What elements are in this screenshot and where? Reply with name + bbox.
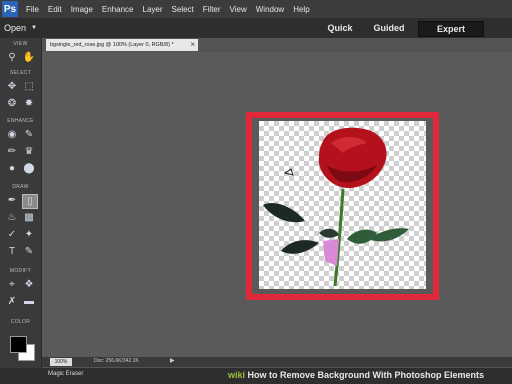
section-enhance-label: ENHANCE bbox=[7, 118, 34, 124]
menu-enhance[interactable]: Enhance bbox=[102, 5, 134, 14]
content-aware-move-tool-icon[interactable]: ✗ bbox=[5, 295, 19, 308]
open-label: Open bbox=[4, 23, 27, 33]
toolbox: VIEW ⚲ ✋ SELECT ✥ ⬚ ❂ ✸ ENHANCE ◉ ✎ ✏ ♛ … bbox=[0, 38, 42, 368]
lasso-tool-icon[interactable]: ❂ bbox=[5, 97, 19, 110]
section-select-label: SELECT bbox=[9, 70, 32, 76]
move-tool-icon[interactable]: ✥ bbox=[5, 80, 19, 93]
cursor-icon bbox=[283, 168, 294, 176]
mode-quick-button[interactable]: Quick bbox=[318, 21, 362, 35]
gradient-tool-icon[interactable]: ▩ bbox=[22, 211, 36, 224]
shape-tool-icon[interactable]: ✦ bbox=[22, 228, 36, 241]
section-view-label: VIEW bbox=[13, 41, 28, 47]
status-menu-arrow-icon[interactable]: ▶ bbox=[170, 357, 175, 364]
red-eye-tool-icon[interactable]: ◉ bbox=[5, 128, 19, 141]
leaf-middle bbox=[319, 228, 339, 238]
tool-options-bar: Magic Eraser wiki How to Remove Backgrou… bbox=[0, 368, 512, 384]
rose-stem bbox=[333, 188, 345, 287]
zoom-level-field[interactable]: 100% bbox=[50, 358, 72, 366]
spot-healing-tool-icon[interactable]: ✎ bbox=[22, 128, 36, 141]
zoom-tool-icon[interactable]: ⚲ bbox=[5, 51, 19, 64]
chevron-down-icon: ▼ bbox=[31, 25, 37, 31]
smart-brush-tool-icon[interactable]: ✏ bbox=[5, 145, 19, 158]
menu-filter[interactable]: Filter bbox=[203, 5, 221, 14]
paint-bucket-tool-icon[interactable]: ♨ bbox=[5, 211, 19, 224]
menu-bar: Ps File Edit Image Enhance Layer Select … bbox=[0, 0, 512, 18]
document-tab[interactable]: bgsingle_red_rose.jpg @ 100% (Layer 0, R… bbox=[46, 39, 198, 51]
hand-tool-icon[interactable]: ✋ bbox=[22, 51, 36, 64]
menu-file[interactable]: File bbox=[26, 5, 39, 14]
blur-tool-icon[interactable]: ● bbox=[5, 162, 19, 175]
close-icon[interactable]: × bbox=[190, 40, 195, 49]
leaf-lower-left bbox=[281, 240, 319, 254]
open-button[interactable]: Open ▼ bbox=[4, 21, 37, 35]
clone-stamp-tool-icon[interactable]: ♛ bbox=[22, 145, 36, 158]
section-modify-label: MODIFY bbox=[9, 268, 32, 274]
menu-help[interactable]: Help bbox=[293, 5, 309, 14]
section-draw-label: DRAW bbox=[12, 184, 29, 190]
foreground-color-swatch[interactable] bbox=[10, 336, 27, 353]
marquee-tool-icon[interactable]: ⬚ bbox=[22, 80, 36, 93]
sponge-tool-icon[interactable]: ⬤ bbox=[22, 162, 36, 175]
watermark: wiki How to Remove Background With Photo… bbox=[228, 370, 484, 380]
brush-tool-icon[interactable]: ✒ bbox=[5, 194, 19, 207]
app-logo: Ps bbox=[2, 1, 18, 17]
status-bar: 100% Doc: 256.6K/342.1K ▶ bbox=[42, 357, 512, 367]
rose-image bbox=[263, 127, 409, 287]
active-tool-name: Magic Eraser bbox=[48, 371, 84, 377]
watermark-text: How to Remove Background With Photoshop … bbox=[247, 370, 484, 380]
watermark-wiki: wiki bbox=[228, 370, 246, 380]
document-tab-title: bgsingle_red_rose.jpg @ 100% (Layer 0, R… bbox=[50, 42, 174, 48]
crop-tool-icon[interactable]: ⌖ bbox=[5, 278, 19, 291]
menu-view[interactable]: View bbox=[230, 5, 247, 14]
menu-select[interactable]: Select bbox=[172, 5, 194, 14]
menu-edit[interactable]: Edit bbox=[48, 5, 62, 14]
mode-guided-button[interactable]: Guided bbox=[364, 21, 414, 35]
mode-expert-button[interactable]: Expert bbox=[418, 21, 484, 37]
menu-window[interactable]: Window bbox=[256, 5, 284, 14]
straighten-tool-icon[interactable]: ▬ bbox=[22, 295, 36, 308]
section-color-label: COLOR bbox=[10, 319, 31, 325]
eyedropper-tool-icon[interactable]: ✓ bbox=[5, 228, 19, 241]
document-canvas[interactable] bbox=[259, 121, 426, 289]
menu-image[interactable]: Image bbox=[71, 5, 93, 14]
pencil-tool-icon[interactable]: ✎ bbox=[22, 245, 36, 258]
recompose-tool-icon[interactable]: ❖ bbox=[22, 278, 36, 291]
menu-layer[interactable]: Layer bbox=[143, 5, 163, 14]
eraser-tool-icon[interactable]: ▯ bbox=[22, 194, 38, 209]
rose-pink-area bbox=[323, 239, 339, 266]
quick-selection-tool-icon[interactable]: ✸ bbox=[22, 97, 36, 110]
mode-bar: Open ▼ Quick Guided Expert bbox=[0, 18, 512, 38]
leaf-left bbox=[263, 202, 305, 223]
document-info: Doc: 256.6K/342.1K bbox=[94, 358, 139, 364]
type-tool-icon[interactable]: T bbox=[5, 245, 19, 258]
